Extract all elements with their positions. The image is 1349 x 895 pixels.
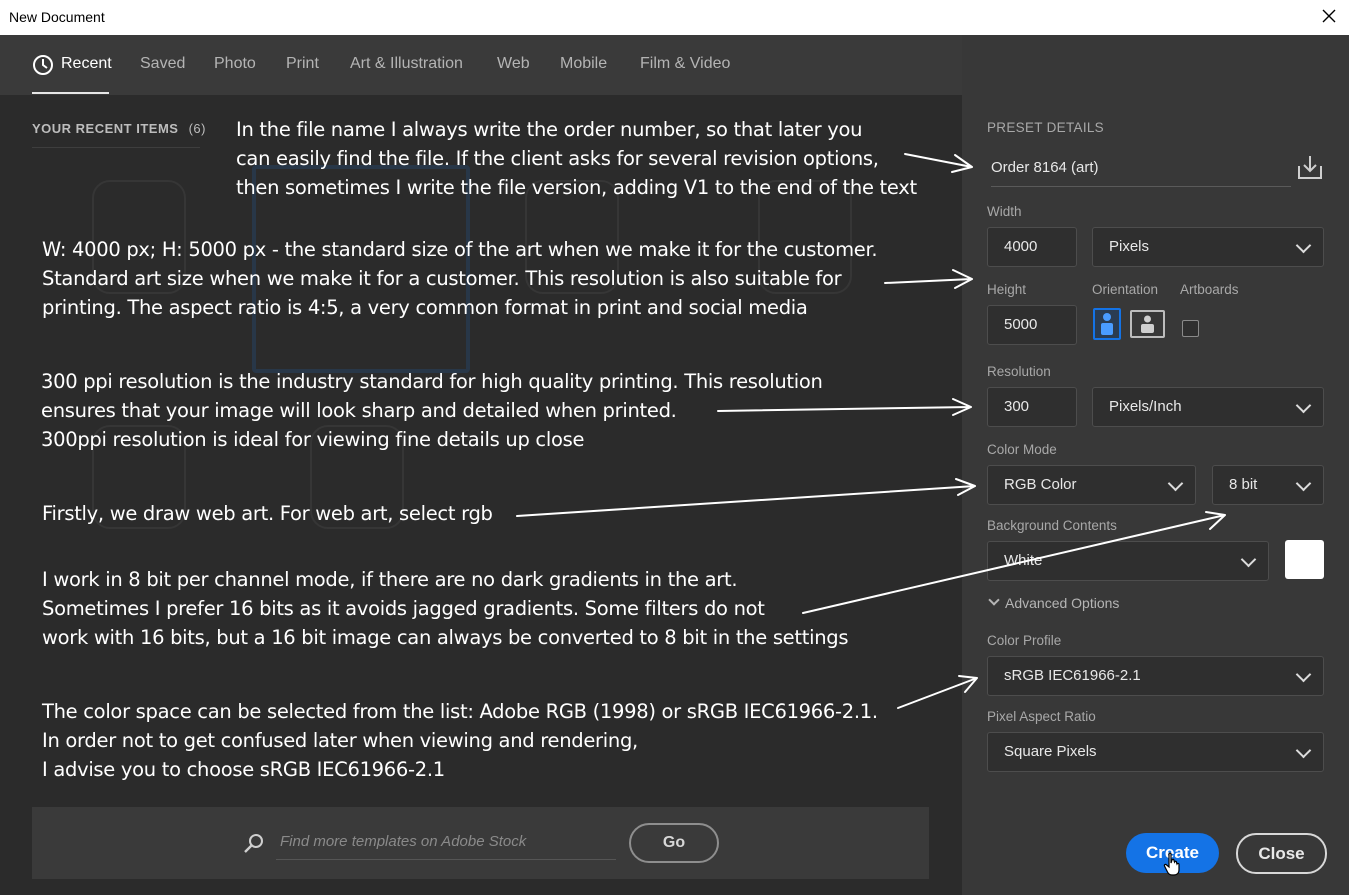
annotation-colormode: Firstly, we draw web art. For web art, s… [42,502,493,525]
tab-film-video[interactable]: Film & Video [640,55,730,73]
pixel-aspect-ratio-value: Square Pixels [1004,743,1097,760]
width-unit-dropdown[interactable]: Pixels [1092,227,1324,267]
search-icon [244,834,263,853]
tab-photo[interactable]: Photo [214,55,256,73]
bit-depth-dropdown[interactable]: 8 bit [1212,465,1324,505]
background-color-swatch[interactable] [1285,540,1324,579]
preset-details-panel: PRESET DETAILS Order 8164 (art) Width 40… [962,35,1349,895]
height-value: 5000 [1004,316,1038,333]
chevron-down-icon [1295,237,1312,254]
resolution-value: 300 [1004,398,1030,415]
recent-items-count: (6) [188,121,206,136]
chevron-down-icon [1295,742,1312,759]
chevron-down-icon [1295,475,1312,492]
orientation-label: Orientation [1092,282,1159,297]
bit-depth-value: 8 bit [1229,476,1258,493]
adobe-stock-search: Find more templates on Adobe Stock Go [32,807,929,879]
pixel-aspect-ratio-label: Pixel Aspect Ratio [987,709,1096,724]
category-tabs: Recent Saved Photo Print Art & Illustrat… [0,35,962,95]
width-unit-value: Pixels [1109,238,1150,255]
window-title: New Document [9,9,105,25]
tab-art-illustration[interactable]: Art & Illustration [350,55,463,73]
resolution-unit-dropdown[interactable]: Pixels/Inch [1092,387,1324,427]
resolution-input[interactable]: 300 [987,387,1077,427]
height-input[interactable]: 5000 [987,305,1077,345]
pixel-aspect-ratio-dropdown[interactable]: Square Pixels [987,732,1324,772]
clock-icon [33,55,53,75]
close-icon[interactable] [1321,8,1337,24]
artboards-label: Artboards [1180,282,1239,297]
width-value: 4000 [1004,238,1038,255]
annotation-filename: In the file name I always write the orde… [236,118,917,199]
annotation-size: W: 4000 px; H: 5000 px - the standard si… [42,238,878,319]
resolution-unit-value: Pixels/Inch [1109,398,1182,415]
active-tab-indicator [32,92,109,94]
annotation-resolution: 300 ppi resolution is the industry stand… [41,370,823,451]
color-profile-dropdown[interactable]: sRGB IEC61966-2.1 [987,656,1324,696]
advanced-options-toggle[interactable]: Advanced Options [988,594,1120,611]
background-contents-label: Background Contents [987,518,1117,533]
landscape-orientation-button[interactable] [1130,310,1165,338]
tab-web[interactable]: Web [497,55,530,73]
go-button[interactable]: Go [629,823,719,863]
stock-search-input[interactable]: Find more templates on Adobe Stock [280,833,526,850]
chevron-down-icon [1295,666,1312,683]
color-mode-value: RGB Color [1004,476,1077,493]
chevron-down-icon [1167,475,1184,492]
preset-details-heading: PRESET DETAILS [987,120,1104,135]
recent-items-label: YOUR RECENT ITEMS [32,121,179,136]
annotation-bitdepth: I work in 8 bit per channel mode, if the… [42,568,849,649]
tab-recent[interactable]: Recent [61,55,112,73]
background-contents-value: White [1004,552,1043,569]
background-contents-dropdown[interactable]: White [987,541,1269,581]
landscape-icon [1141,315,1154,333]
recent-items-divider [32,147,200,148]
document-name-input[interactable]: Order 8164 (art) [991,150,1291,187]
color-profile-value: sRGB IEC61966-2.1 [1004,667,1141,684]
color-mode-label: Color Mode [987,442,1057,457]
resolution-label: Resolution [987,364,1051,379]
width-label: Width [987,204,1022,219]
width-input[interactable]: 4000 [987,227,1077,267]
portrait-orientation-button[interactable] [1093,308,1121,340]
tab-saved[interactable]: Saved [140,55,185,73]
tab-print[interactable]: Print [286,55,319,73]
chevron-down-icon [988,594,1000,606]
save-preset-icon[interactable] [1296,153,1324,181]
portrait-icon [1101,313,1113,335]
tab-mobile[interactable]: Mobile [560,55,607,73]
color-profile-label: Color Profile [987,633,1062,648]
close-button[interactable]: Close [1236,833,1327,874]
recent-items-heading: YOUR RECENT ITEMS (6) [32,121,206,136]
chevron-down-icon [1240,551,1257,568]
hand-cursor-icon [1163,852,1180,876]
artboards-checkbox[interactable] [1182,320,1199,337]
color-mode-dropdown[interactable]: RGB Color [987,465,1196,505]
title-bar: New Document [0,0,1349,35]
advanced-options-label: Advanced Options [1005,595,1120,611]
stock-search-underline [276,859,616,860]
annotation-colorspace: The color space can be selected from the… [42,700,878,781]
height-label: Height [987,282,1027,297]
chevron-down-icon [1295,397,1312,414]
